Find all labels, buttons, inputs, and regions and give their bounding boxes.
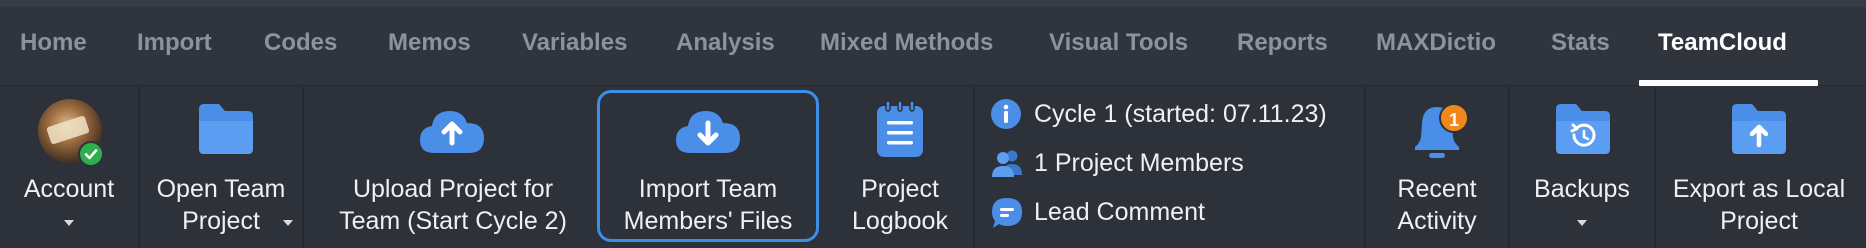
tab-variables[interactable]: Variables [522, 29, 627, 57]
project-logbook-button[interactable]: Project Logbook [830, 87, 970, 248]
backups-button[interactable]: Backups [1510, 87, 1654, 248]
users-icon [992, 150, 1022, 177]
info-icon [991, 99, 1021, 129]
cloud-download-icon [676, 111, 740, 153]
tab-analysis[interactable]: Analysis [676, 29, 775, 57]
backup-folder-icon [1556, 104, 1610, 154]
notification-badge: 1 [1439, 103, 1469, 133]
active-tab-indicator [1639, 80, 1818, 86]
export-local-label-1: Export as Local [1672, 175, 1846, 203]
account-button[interactable]: Account [0, 87, 138, 248]
open-team-project-label-2: Project [182, 207, 260, 235]
cloud-upload-icon [420, 111, 484, 153]
recent-activity-label-1: Recent [1397, 175, 1477, 203]
chevron-down-icon[interactable] [64, 220, 74, 226]
tab-import[interactable]: Import [137, 29, 212, 57]
chevron-down-icon[interactable] [283, 220, 293, 226]
project-logbook-label-1: Project [861, 175, 939, 203]
chevron-down-icon[interactable] [1577, 220, 1587, 226]
window-top-strip [0, 0, 1866, 7]
import-team-files-label-1: Import Team [638, 175, 778, 203]
export-local-label-2: Project [1720, 207, 1798, 235]
project-logbook-label-2: Logbook [852, 207, 948, 235]
tab-maxdictio[interactable]: MAXDictio [1376, 29, 1496, 57]
tab-memos[interactable]: Memos [388, 29, 471, 57]
upload-project-label-2: Team (Start Cycle 2) [339, 207, 567, 235]
cycle-text: Cycle 1 (started: 07.11.23) [1034, 100, 1327, 128]
open-team-project-label-1: Open Team [156, 175, 286, 203]
upload-project-button[interactable]: Upload Project for Team (Start Cycle 2) [304, 87, 602, 248]
comment-icon [992, 198, 1022, 228]
notepad-icon [877, 100, 923, 157]
account-label: Account [23, 175, 115, 203]
ribbon-tab-bar: Home Import Codes Memos Variables Analys… [0, 7, 1866, 86]
project-members-text: 1 Project Members [1034, 149, 1244, 177]
upload-project-label-1: Upload Project for [352, 175, 554, 203]
lead-comment-link[interactable]: Lead Comment [990, 196, 1210, 232]
folder-export-icon [1732, 104, 1786, 154]
tab-teamcloud[interactable]: TeamCloud [1658, 29, 1787, 57]
backups-label: Backups [1534, 175, 1630, 203]
ribbon-divider [973, 87, 975, 248]
tab-codes[interactable]: Codes [264, 29, 337, 57]
tab-mixed-methods[interactable]: Mixed Methods [820, 29, 993, 57]
folder-icon [199, 104, 253, 154]
project-members-link[interactable]: 1 Project Members [990, 147, 1250, 183]
tab-visual-tools[interactable]: Visual Tools [1049, 29, 1188, 57]
teamcloud-ribbon: Account Open Team Project Upload Project… [0, 87, 1866, 248]
import-team-files-button[interactable]: Import Team Members' Files [602, 87, 814, 248]
tab-home[interactable]: Home [20, 29, 87, 57]
recent-activity-button[interactable]: 1 Recent Activity [1366, 87, 1508, 248]
open-team-project-button[interactable]: Open Team Project [140, 87, 302, 248]
import-team-files-label-2: Members' Files [623, 207, 793, 235]
lead-comment-text: Lead Comment [1034, 198, 1205, 226]
tab-stats[interactable]: Stats [1551, 29, 1610, 57]
recent-activity-label-2: Activity [1397, 207, 1477, 235]
export-local-project-button[interactable]: Export as Local Project [1656, 87, 1862, 248]
check-icon [78, 141, 104, 167]
tab-reports[interactable]: Reports [1237, 29, 1328, 57]
